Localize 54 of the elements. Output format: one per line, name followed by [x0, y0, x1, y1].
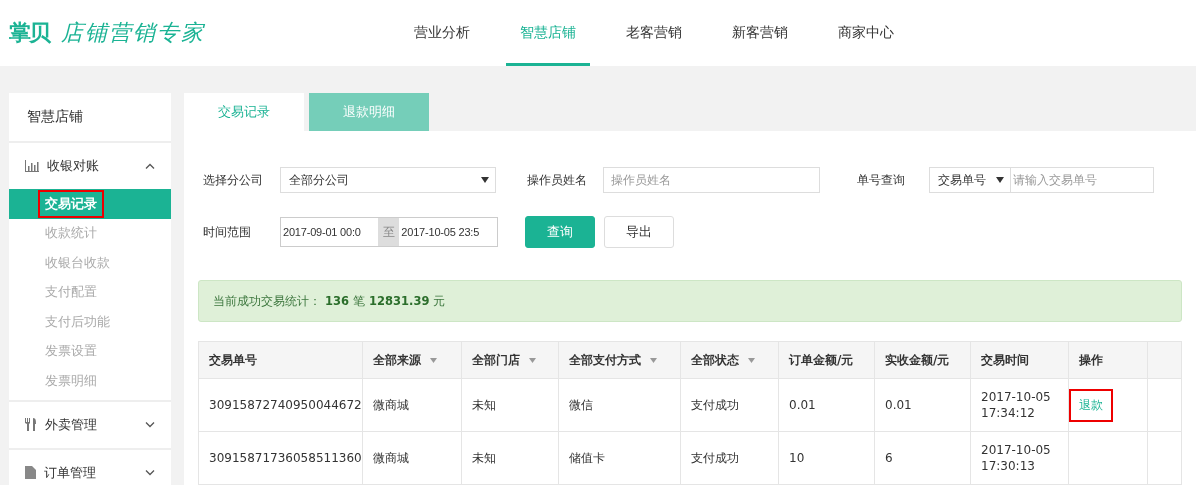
dropdown-icon — [481, 177, 489, 183]
bar-chart-icon — [25, 160, 39, 172]
column-header[interactable]: 全部门店 — [461, 341, 559, 379]
table-cell: 储值卡 — [558, 431, 681, 485]
operator-input[interactable]: 操作员姓名 — [603, 167, 820, 193]
table-cell: 0.01 — [778, 378, 875, 432]
cutlery-icon — [25, 418, 37, 431]
column-header: 交易时间 — [970, 341, 1069, 379]
field-label: 时间范围 — [202, 223, 252, 241]
column-header: 订单金额/元 — [778, 341, 875, 379]
caret-icon — [430, 357, 437, 363]
number-input[interactable]: 请输入交易单号 — [1011, 167, 1154, 193]
export-button[interactable]: 导出 — [604, 216, 674, 248]
nav-tab[interactable]: 营业分析 — [389, 0, 495, 66]
table-cell: 2017-10-05 17:30:13 — [981, 442, 1051, 474]
column-header: 实收金额/元 — [874, 341, 971, 379]
field-label: 选择分公司 — [202, 171, 264, 189]
caret-icon — [748, 357, 755, 363]
table-cell: 未知 — [461, 431, 559, 485]
field-label: 单号查询 — [857, 171, 906, 189]
table-cell: 微商城 — [362, 431, 462, 485]
table-cell: 支付成功 — [680, 378, 779, 432]
caret-icon — [650, 357, 657, 363]
sidebar-section[interactable]: 外卖管理 — [9, 401, 171, 448]
column-header: 操作 — [1068, 341, 1148, 379]
logo-text: 店铺营销专家 — [61, 19, 205, 47]
table-cell: 30915872740950044672 — [198, 378, 363, 432]
nav-tab[interactable]: 新客营销 — [707, 0, 813, 66]
field-label: 操作员姓名 — [527, 171, 588, 189]
sidebar-title: 智慧店铺 — [9, 93, 171, 143]
column-header[interactable]: 全部来源 — [362, 341, 462, 379]
sidebar-section[interactable]: 订单管理 — [9, 449, 171, 485]
table-cell: 支付成功 — [680, 431, 779, 485]
highlight-frame: 交易记录 — [38, 189, 104, 218]
number-type-select[interactable]: 交易单号 — [929, 167, 1011, 193]
table-cell: 0.01 — [874, 378, 971, 432]
table-cell: 微商城 — [362, 378, 462, 432]
table-cell: 6 — [874, 431, 971, 485]
column-header[interactable]: 全部支付方式 — [558, 341, 681, 379]
logo-mark: 掌贝 — [9, 19, 49, 47]
company-select[interactable]: 全部分公司 — [280, 167, 496, 193]
document-icon — [25, 466, 36, 479]
table-cell: 10 — [778, 431, 875, 485]
table-cell: 未知 — [461, 378, 559, 432]
table-cell: 30915871736058511360 — [198, 431, 363, 485]
column-header[interactable]: 全部状态 — [680, 341, 779, 379]
nav-tab[interactable]: 商家中心 — [813, 0, 919, 66]
dropdown-icon — [996, 177, 1004, 183]
column-header: 交易单号 — [198, 341, 363, 379]
nav-tab[interactable]: 老客营销 — [601, 0, 707, 66]
table-cell: 2017-10-05 17:34:12 — [981, 389, 1051, 421]
table-cell: 微信 — [558, 378, 681, 432]
sidebar-section[interactable]: 收银对账 — [9, 143, 171, 189]
caret-icon — [529, 357, 536, 363]
